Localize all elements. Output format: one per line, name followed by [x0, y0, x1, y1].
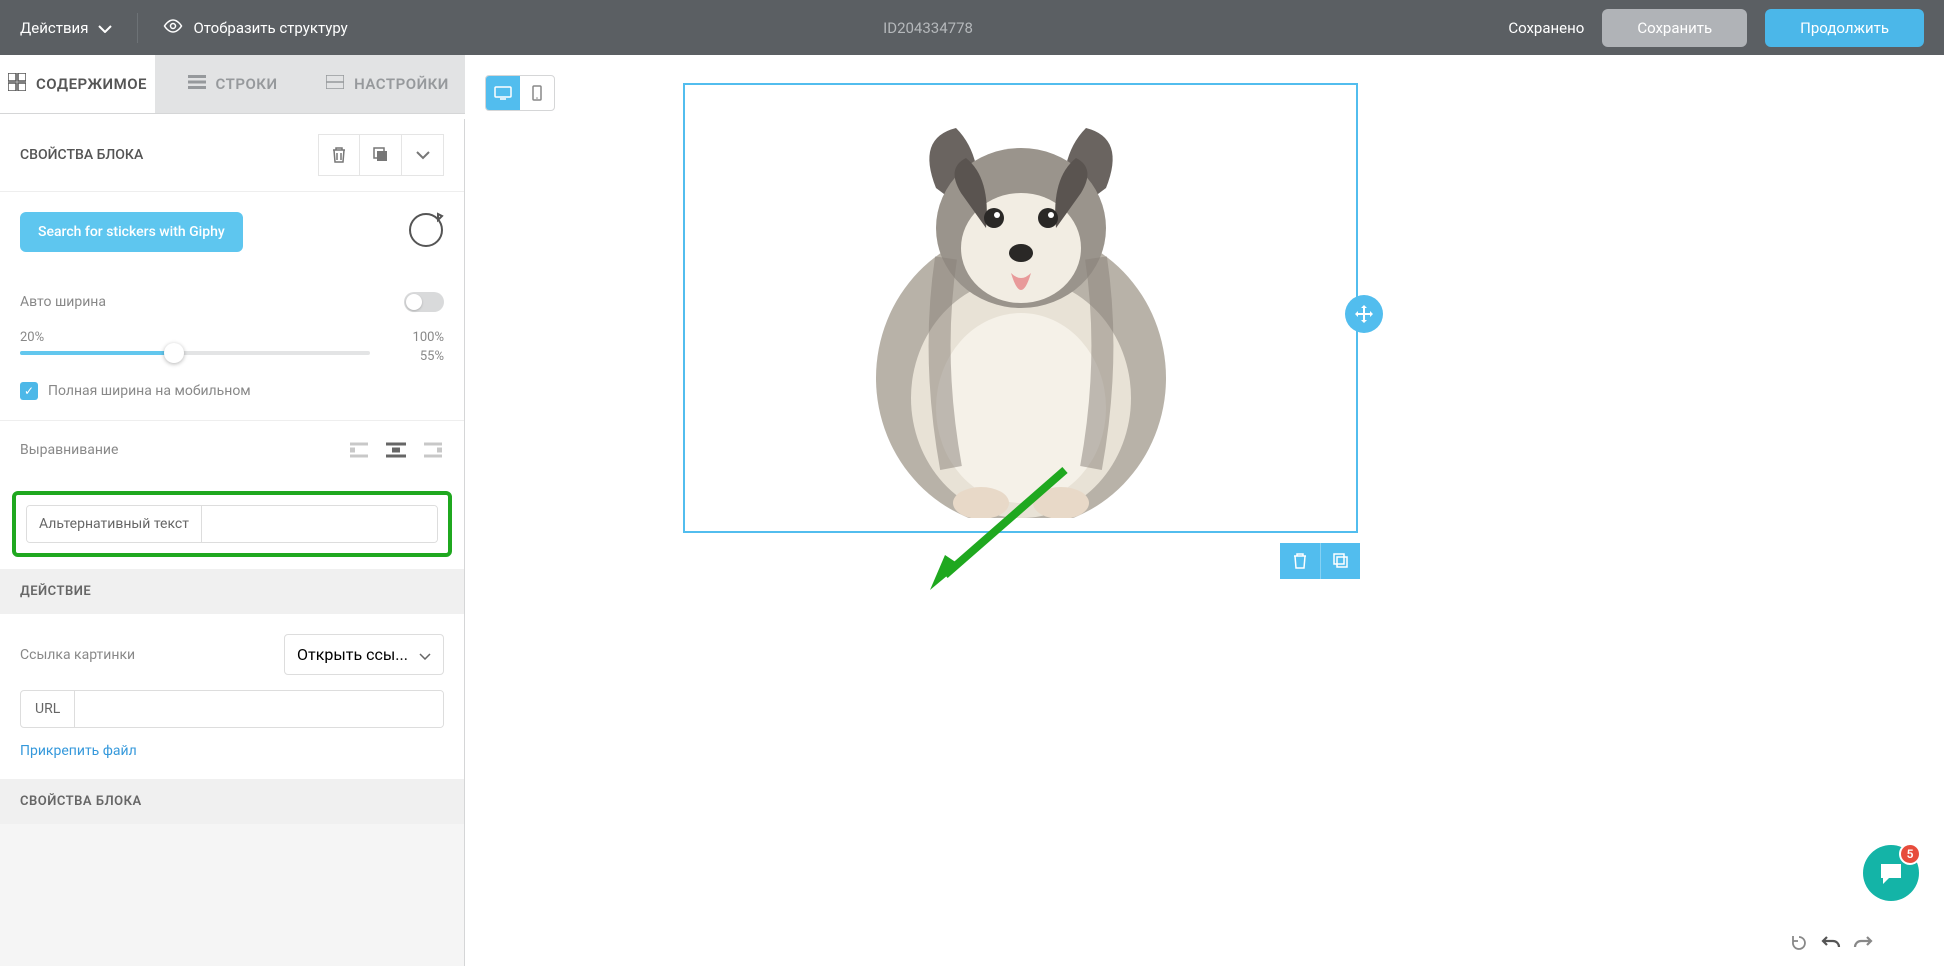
- history-buttons: [1786, 930, 1876, 956]
- content-icon: [8, 73, 26, 95]
- actions-dropdown[interactable]: Действия: [20, 19, 112, 37]
- panel-tabs: СОДЕРЖИМОЕ СТРОКИ НАСТРОЙКИ: [0, 55, 465, 114]
- width-section: Авто ширина 20% 100% 55% ✓ Полная ширина…: [0, 272, 464, 420]
- tab-settings-label: НАСТРОЙКИ: [354, 75, 449, 93]
- chevron-down-icon: [98, 19, 112, 37]
- slider-fill: [20, 351, 174, 355]
- history-button[interactable]: [1786, 930, 1812, 956]
- chat-badge: 5: [1899, 843, 1921, 865]
- topbar-right: Сохранено Сохранить Продолжить: [1508, 9, 1924, 47]
- sticker-icon: [408, 212, 444, 252]
- tab-content[interactable]: СОДЕРЖИМОЕ: [0, 55, 155, 113]
- link-type-select[interactable]: Открыть ссы...: [284, 634, 444, 675]
- action-section-header: ДЕЙСТВИЕ: [0, 569, 464, 614]
- alignment-buttons: [348, 441, 444, 459]
- chevron-down-icon: [419, 645, 431, 664]
- settings-icon: [326, 75, 344, 93]
- auto-width-toggle[interactable]: [404, 292, 444, 312]
- width-min-label: 20%: [20, 330, 44, 345]
- tab-settings[interactable]: НАСТРОЙКИ: [310, 55, 465, 113]
- url-field: URL: [20, 690, 444, 728]
- attach-file-link[interactable]: Прикрепить файл: [20, 743, 137, 759]
- align-center-button[interactable]: [384, 441, 408, 459]
- block-properties-footer: СВОЙСТВА БЛОКА: [0, 779, 464, 824]
- document-id: ID204334778: [348, 19, 1509, 37]
- delete-button[interactable]: [318, 134, 360, 176]
- width-slider[interactable]: [20, 351, 370, 355]
- desktop-preview-button[interactable]: [486, 76, 520, 110]
- image-link-label: Ссылка картинки: [20, 647, 135, 663]
- continue-button[interactable]: Продолжить: [1765, 9, 1924, 47]
- giphy-search-button[interactable]: Search for stickers with Giphy: [20, 212, 243, 252]
- rows-icon: [188, 75, 206, 93]
- saved-status: Сохранено: [1508, 19, 1584, 37]
- link-type-value: Открыть ссы...: [297, 645, 408, 664]
- align-left-button[interactable]: [348, 441, 372, 459]
- move-handle[interactable]: [1345, 295, 1383, 333]
- canvas-area: 5: [465, 55, 1944, 966]
- image-frame[interactable]: [683, 83, 1358, 533]
- alignment-section: Выравнивание: [0, 420, 464, 479]
- alt-text-section: Альтернативный текст: [0, 479, 464, 569]
- slider-thumb[interactable]: [164, 343, 184, 363]
- alt-text-label: Альтернативный текст: [27, 506, 202, 542]
- auto-width-label: Авто ширина: [20, 294, 106, 310]
- collapse-button[interactable]: [402, 134, 444, 176]
- width-max-label: 100%: [413, 330, 444, 345]
- chat-widget[interactable]: 5: [1863, 845, 1919, 901]
- full-width-mobile-checkbox[interactable]: ✓: [20, 382, 38, 400]
- alt-text-highlight: Альтернативный текст: [12, 491, 452, 557]
- url-label: URL: [21, 691, 75, 727]
- alignment-label: Выравнивание: [20, 442, 118, 458]
- frame-duplicate-button[interactable]: [1320, 543, 1360, 579]
- giphy-section: Search for stickers with Giphy: [0, 192, 464, 272]
- top-bar: Действия Отобразить структуру ID20433477…: [0, 0, 1944, 55]
- actions-label: Действия: [20, 19, 88, 37]
- block-properties-header: СВОЙСТВА БЛОКА: [0, 119, 464, 192]
- save-button[interactable]: Сохранить: [1602, 9, 1747, 47]
- align-right-button[interactable]: [420, 441, 444, 459]
- left-panel: СВОЙСТВА БЛОКА Search for stickers with …: [0, 119, 465, 966]
- url-input[interactable]: [75, 691, 443, 727]
- action-section: Ссылка картинки Открыть ссы... URL Прикр…: [0, 614, 464, 779]
- alt-text-field: Альтернативный текст: [26, 505, 438, 543]
- divider: [137, 13, 138, 43]
- topbar-left: Действия Отобразить структуру: [20, 13, 348, 43]
- show-structure-toggle[interactable]: Отобразить структуру: [163, 19, 347, 37]
- tab-rows-label: СТРОКИ: [216, 75, 278, 93]
- block-properties-title: СВОЙСТВА БЛОКА: [20, 147, 143, 163]
- tab-rows[interactable]: СТРОКИ: [155, 55, 310, 113]
- preview-toggle: [485, 75, 555, 111]
- frame-actions: [1280, 543, 1360, 579]
- show-structure-label: Отобразить структуру: [193, 19, 347, 37]
- mobile-preview-button[interactable]: [520, 76, 554, 110]
- duplicate-button[interactable]: [360, 134, 402, 176]
- redo-button[interactable]: [1850, 930, 1876, 956]
- dog-image: [846, 98, 1196, 518]
- frame-delete-button[interactable]: [1280, 543, 1320, 579]
- full-width-mobile-label: Полная ширина на мобильном: [48, 383, 251, 399]
- alt-text-input[interactable]: [202, 506, 437, 542]
- block-header-actions: [318, 134, 444, 176]
- eye-icon: [163, 19, 183, 37]
- tab-content-label: СОДЕРЖИМОЕ: [36, 75, 147, 93]
- undo-button[interactable]: [1818, 930, 1844, 956]
